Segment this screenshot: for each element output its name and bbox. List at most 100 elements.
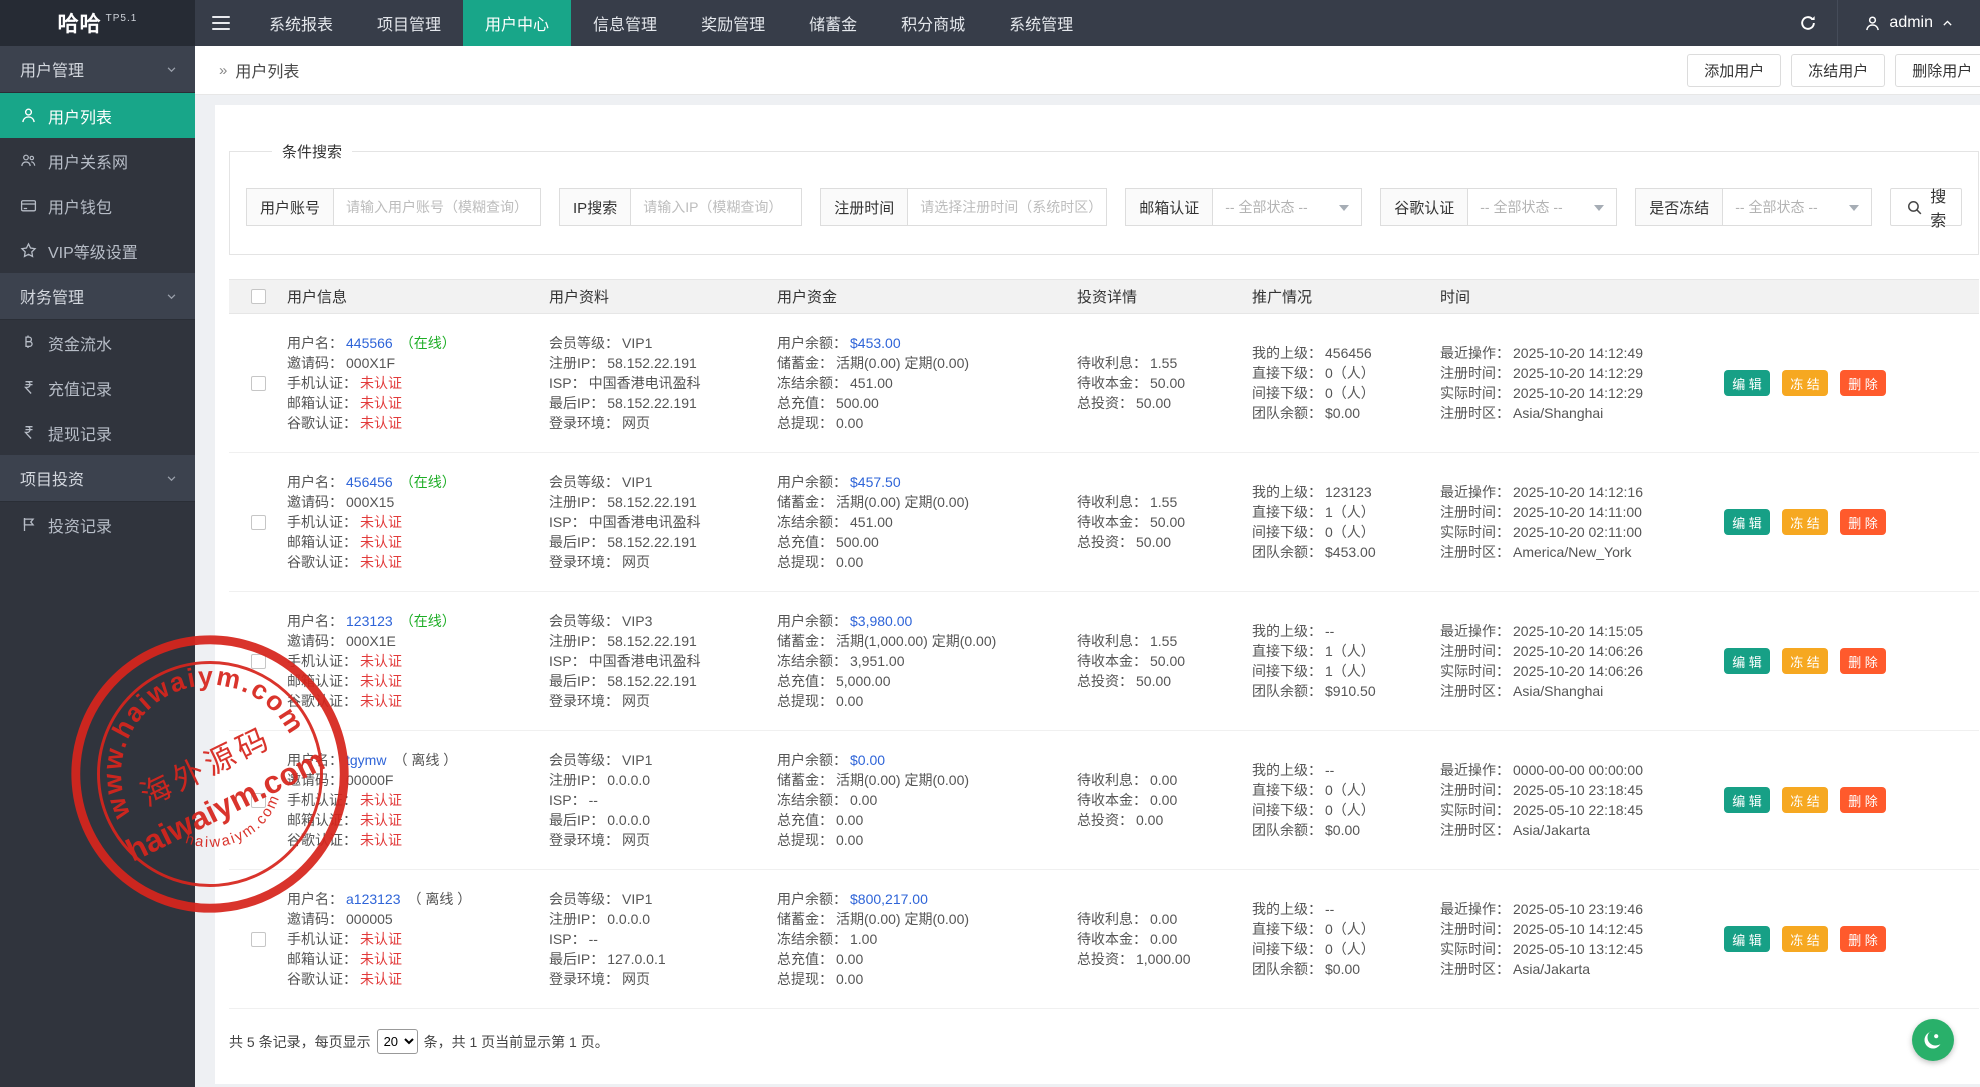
row-line: 谷歌认证：未认证 [287,830,541,850]
per-page-select[interactable]: 20 [377,1029,418,1054]
field-label: 总投资： [1077,395,1133,411]
username-link[interactable]: a123123 [346,891,401,907]
add-user-button[interactable]: 添加用户 [1687,54,1781,87]
row-line: 最近操作：2025-05-10 23:19:46 [1440,899,1710,919]
floating-action-button[interactable] [1912,1019,1954,1061]
freeze-row-button[interactable]: 冻 结 [1782,926,1828,952]
field-label: 会员等级： [549,891,619,907]
edit-row-button[interactable]: 编 辑 [1724,509,1770,535]
ip-input[interactable] [630,188,802,226]
sidebar-item-0-3[interactable]: VIP等级设置 [0,228,195,273]
reg-time-input[interactable] [907,188,1107,226]
row-checkbox[interactable] [251,932,266,947]
freeze-user-button[interactable]: 冻结用户 [1791,54,1885,87]
row-line: 注册时间：2025-05-10 14:12:45 [1440,919,1710,939]
row-line: 注册时区：Asia/Jakarta [1440,820,1710,840]
search-button[interactable]: 搜 索 [1890,188,1962,226]
field-value: 3,951.00 [850,653,905,669]
username-link[interactable]: 445566 [346,335,393,351]
row-line: 注册时区：Asia/Jakarta [1440,959,1710,979]
sidebar-item-0-1[interactable]: 用户关系网 [0,138,195,183]
edit-row-button[interactable]: 编 辑 [1724,370,1770,396]
profile-cell: 会员等级：VIP3注册IP：58.152.22.191ISP：中国香港电讯盈科最… [549,611,777,711]
row-line: 邮箱认证：未认证 [287,393,541,413]
field-value: 未认证 [360,395,402,411]
field-value: 0（人） [1325,782,1375,798]
field-value: （ 离线 ） [393,752,457,768]
freeze-status-select[interactable]: -- 全部状态 -- [1722,188,1872,226]
account-input[interactable] [333,188,541,226]
username-link[interactable]: 123123 [346,613,393,629]
sidebar-group-2[interactable]: 项目投资 [0,455,195,502]
email-verify-selected-value: -- 全部状态 -- [1225,197,1307,217]
nav-item-info-manage[interactable]: 信息管理 [571,0,679,46]
delete-row-button[interactable]: 删 除 [1840,509,1886,535]
delete-row-button[interactable]: 删 除 [1840,787,1886,813]
nav-item-points-mall[interactable]: 积分商城 [879,0,987,46]
email-verify-select[interactable]: -- 全部状态 -- [1212,188,1362,226]
field-value: 58.152.22.191 [607,494,697,510]
field-value: 2025-10-20 14:06:26 [1513,643,1643,659]
sidebar-item-1-1[interactable]: 充值记录 [0,365,195,410]
email-verify-label: 邮箱认证 [1125,188,1212,226]
field-label: 用户余额： [777,474,847,490]
freeze-row-button[interactable]: 冻 结 [1782,787,1828,813]
sidebar-item-0-2[interactable]: 用户钱包 [0,183,195,228]
sidebar-group-0[interactable]: 用户管理 [0,46,195,93]
time-cell: 最近操作：0000-00-00 00:00:00注册时间：2025-05-10 … [1440,760,1718,840]
nav-item-user-center[interactable]: 用户中心 [463,0,571,46]
field-value: 0（人） [1325,524,1375,540]
sidebar-group-1[interactable]: 财务管理 [0,273,195,320]
sidebar-item-1-0[interactable]: 资金流水 [0,320,195,365]
nav-item-project-manage[interactable]: 项目管理 [355,0,463,46]
row-checkbox[interactable] [251,515,266,530]
field-value: 2025-05-10 13:12:45 [1513,941,1643,957]
row-line: 我的上级：123123 [1252,482,1432,502]
ip-label: IP搜索 [559,188,630,226]
freeze-row-button[interactable]: 冻 结 [1782,648,1828,674]
nav-item-system-report[interactable]: 系统报表 [247,0,355,46]
row-line: 冻结余额：3,951.00 [777,651,1069,671]
freeze-row-button[interactable]: 冻 结 [1782,370,1828,396]
promo-cell: 我的上级：123123直接下级：1（人）间接下级：0（人）团队余额：$453.0… [1252,482,1440,562]
sidebar-item-0-0[interactable]: 用户列表 [0,93,195,138]
google-verify-select[interactable]: -- 全部状态 -- [1467,188,1617,226]
account-field: 用户账号 [246,188,541,226]
row-checkbox[interactable] [251,793,266,808]
freeze-row-button[interactable]: 冻 结 [1782,509,1828,535]
username-link[interactable]: 456456 [346,474,393,490]
profile-cell: 会员等级：VIP1注册IP：58.152.22.191ISP：中国香港电讯盈科最… [549,472,777,572]
delete-user-button[interactable]: 删除用户 [1895,54,1980,87]
field-label: 注册时区： [1440,961,1510,977]
username-link[interactable]: tgymw [346,752,386,768]
delete-row-button[interactable]: 删 除 [1840,648,1886,674]
row-checkbox[interactable] [251,376,266,391]
delete-row-button[interactable]: 删 除 [1840,370,1886,396]
row-line: 注册时区：Asia/Shanghai [1440,403,1710,423]
sidebar-item-1-2[interactable]: 提现记录 [0,410,195,455]
edit-row-button[interactable]: 编 辑 [1724,648,1770,674]
sidebar-item-2-0[interactable]: 投资记录 [0,502,195,547]
field-label: 实际时间： [1440,385,1510,401]
row-checkbox[interactable] [251,654,266,669]
edit-row-button[interactable]: 编 辑 [1724,787,1770,813]
field-label: 邮箱认证： [287,673,357,689]
select-all-checkbox[interactable] [251,289,266,304]
field-label: 待收本金： [1077,653,1147,669]
field-label: 邀请码： [287,633,343,649]
nav-item-reward-manage[interactable]: 奖励管理 [679,0,787,46]
field-value: 0（人） [1325,802,1375,818]
sidebar-group-label: 财务管理 [20,284,84,308]
table-body: 用户名：445566（在线）邀请码：000X1F手机认证：未认证邮箱认证：未认证… [229,314,1979,1009]
users-icon [20,152,37,169]
field-label: 会员等级： [549,752,619,768]
nav-item-savings[interactable]: 储蓄金 [787,0,879,46]
nav-item-system-manage[interactable]: 系统管理 [987,0,1095,46]
delete-row-button[interactable]: 删 除 [1840,926,1886,952]
field-label: 最后IP： [549,534,604,550]
freeze-status-selected-value: -- 全部状态 -- [1735,197,1817,217]
admin-menu[interactable]: admin [1838,0,1980,46]
edit-row-button[interactable]: 编 辑 [1724,926,1770,952]
hamburger-menu-icon[interactable] [195,0,247,46]
refresh-button[interactable] [1779,0,1837,46]
